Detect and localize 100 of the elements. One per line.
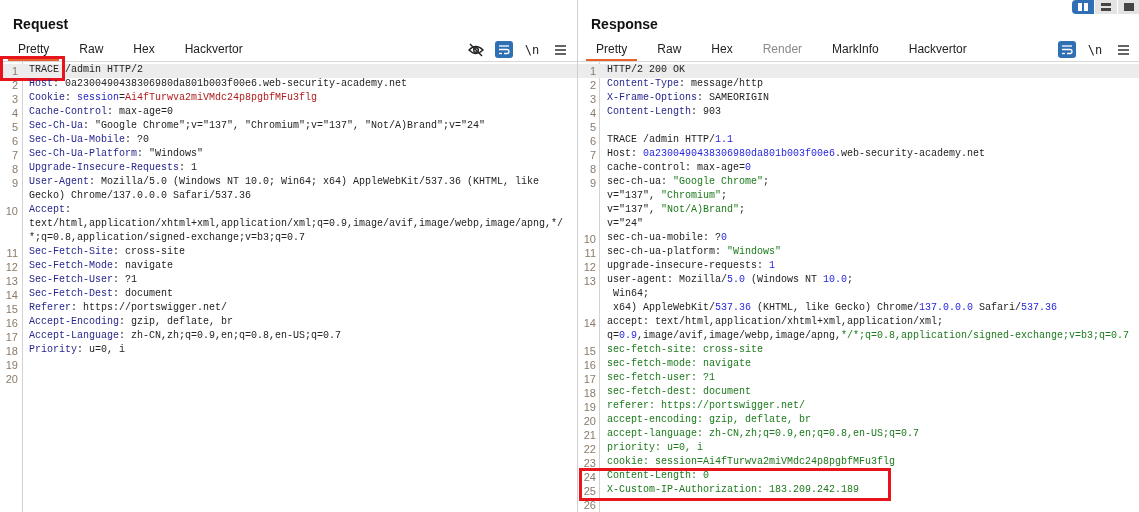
code-line: cookie: session=Ai4fTurwva2miVMdc24p8pgbfMFu3flg	[606, 456, 896, 469]
view-tab[interactable]: Hackvertor	[898, 38, 977, 61]
line-number: 22	[582, 442, 597, 456]
code-line: Host: 0a2300490438306980da801b003f00e6.web-security-academy.net	[28, 78, 408, 91]
line-number: 24	[582, 470, 597, 484]
line-number: 16	[582, 358, 597, 372]
code-line: Sec-Fetch-User: ?1	[28, 274, 138, 287]
pane-title: Response	[590, 15, 659, 34]
line-number: 11	[5, 246, 19, 260]
code-line: Content-Length: 903	[606, 106, 722, 119]
line-number: 16	[4, 316, 19, 330]
layout-toggle[interactable]	[1095, 0, 1117, 14]
single-pane-icon	[1124, 3, 1134, 11]
newline-toggle[interactable]: \n	[1086, 41, 1104, 58]
code-line: TRACE /admin HTTP/1.1	[606, 134, 734, 147]
line-number: 14	[4, 288, 19, 302]
menu-icon	[554, 44, 566, 55]
wrap-lines-icon	[1061, 44, 1073, 55]
line-number: 18	[582, 386, 597, 400]
code-line: Sec-Fetch-Site: cross-site	[28, 246, 186, 259]
view-tab[interactable]: Hex	[701, 38, 743, 61]
code-line: Upgrade-Insecure-Requests: 1	[28, 162, 198, 175]
code-line: sec-fetch-mode: navigate	[606, 358, 752, 371]
code-line: *;q=0.8,application/signed-exchange;v=b3;q=0.7	[28, 232, 306, 245]
code-line: Sec-Ch-Ua: "Google Chrome";v="137", "Chromium";v="137", "Not/A)Brand";v="24"	[28, 120, 486, 133]
line-number: 5	[10, 120, 19, 134]
layout-toggle[interactable]	[1118, 0, 1139, 14]
line-number: 12	[4, 260, 19, 274]
code-line: priority: u=0, i	[606, 442, 703, 455]
line-number: 13	[4, 274, 19, 288]
hide-button[interactable]	[467, 41, 485, 58]
view-tab[interactable]: Hackvertor	[174, 38, 253, 61]
code-line: accept: text/html,application/xhtml+xml,application/xml;	[606, 316, 944, 329]
line-number: 23	[582, 456, 597, 470]
code-line: HTTP/2 200 OK	[606, 64, 685, 77]
code-line: v="24"	[606, 218, 643, 231]
eye-off-icon	[468, 42, 484, 57]
code-line: cache-control: max-age=0	[606, 162, 752, 175]
code-line: q=0.9,image/avif,image/webp,image/apng,*/*;q=0.8,application/signed-exchange;v=b3;q=0.7	[606, 330, 1130, 343]
code-line: user-agent: Mozilla/5.0 (Windows NT 10.0;	[606, 274, 854, 287]
code-line: sec-fetch-user: ?1	[606, 372, 716, 385]
code-line: x64) AppleWebKit/537.36 (KHTML, like Gecko) Chrome/137.0.0.0 Safari/537.36	[612, 302, 1058, 315]
code-line: sec-fetch-site: cross-site	[606, 344, 764, 357]
view-tab[interactable]: Pretty	[586, 38, 638, 61]
code-line: Sec-Ch-Ua-Platform: "Windows"	[28, 148, 204, 161]
code-line: v="137", "Not/A)Brand";	[606, 204, 746, 217]
code-line: Win64;	[612, 288, 649, 301]
code-line: X-Custom-IP-Authorization: 183.209.242.189	[606, 484, 860, 497]
line-number: 1	[588, 64, 597, 78]
line-number: 8	[10, 162, 19, 176]
line-number: 4	[588, 106, 597, 120]
line-number: 7	[588, 148, 597, 162]
code-line: Content-Type: message/http	[606, 78, 764, 91]
code-line: Sec-Fetch-Mode: navigate	[28, 260, 174, 273]
line-number: 26	[582, 498, 597, 512]
wrap-lines-icon	[498, 44, 510, 55]
code-line: Content-Length: 0	[606, 470, 710, 483]
line-number: 5	[588, 120, 597, 134]
line-number: 6	[588, 134, 597, 148]
code-line: Accept-Language: zh-CN,zh;q=0.9,en;q=0.8,en-US;q=0.7	[28, 330, 342, 343]
line-number: 2	[588, 78, 597, 92]
line-number: 17	[582, 372, 597, 386]
line-number: 17	[4, 330, 19, 344]
view-tab[interactable]: Raw	[69, 38, 114, 61]
code-line: sec-ch-ua-mobile: ?0	[606, 232, 728, 245]
newline-toggle[interactable]: \n	[523, 41, 541, 58]
code-line: Host: 0a2300490438306980da801b003f00e6.web-security-academy.net	[606, 148, 986, 161]
view-tab[interactable]: Hex	[123, 38, 165, 61]
line-number: 13	[582, 274, 597, 288]
layout-toggle[interactable]	[1072, 0, 1094, 14]
view-tab[interactable]: MarkInfo	[822, 38, 889, 61]
code-line: Referer: https://portswigger.net/	[28, 302, 228, 315]
view-tab[interactable]: Pretty	[8, 38, 60, 61]
code-line: Accept-Encoding: gzip, deflate, br	[28, 316, 234, 329]
line-number: 3	[588, 92, 597, 106]
view-tab[interactable]: Raw	[647, 38, 692, 61]
code-line: Sec-Fetch-Dest: document	[28, 288, 174, 301]
line-number: 21	[582, 428, 597, 442]
pane-title: Request	[12, 15, 70, 34]
line-number: 8	[588, 162, 597, 176]
line-number: 12	[582, 260, 597, 274]
code-line: referer: https://portswigger.net/	[606, 400, 806, 413]
line-number: 11	[583, 246, 597, 260]
code-line: accept-language: zh-CN,zh;q=0.9,en;q=0.8,en-US;q=0.7	[606, 428, 920, 441]
line-number: 9	[10, 176, 19, 190]
line-number: 20	[582, 414, 597, 428]
code-line: X-Frame-Options: SAMEORIGIN	[606, 92, 770, 105]
code-line: Cookie: session=Ai4fTurwva2miVMdc24p8pgbfMFu3flg	[28, 92, 318, 105]
wrap-lines-button[interactable]	[1058, 41, 1076, 58]
code-line: Sec-Ch-Ua-Mobile: ?0	[28, 134, 150, 147]
line-number: 19	[4, 358, 19, 372]
wrap-lines-button[interactable]	[495, 41, 513, 58]
line-number: 2	[10, 78, 19, 92]
code-line: sec-fetch-dest: document	[606, 386, 752, 399]
line-number: 15	[4, 302, 19, 316]
code-line: upgrade-insecure-requests: 1	[606, 260, 776, 273]
code-line: v="137", "Chromium";	[606, 190, 728, 203]
line-number: 9	[588, 176, 597, 190]
line-number: 14	[582, 316, 597, 330]
split-rows-icon	[1101, 3, 1111, 11]
